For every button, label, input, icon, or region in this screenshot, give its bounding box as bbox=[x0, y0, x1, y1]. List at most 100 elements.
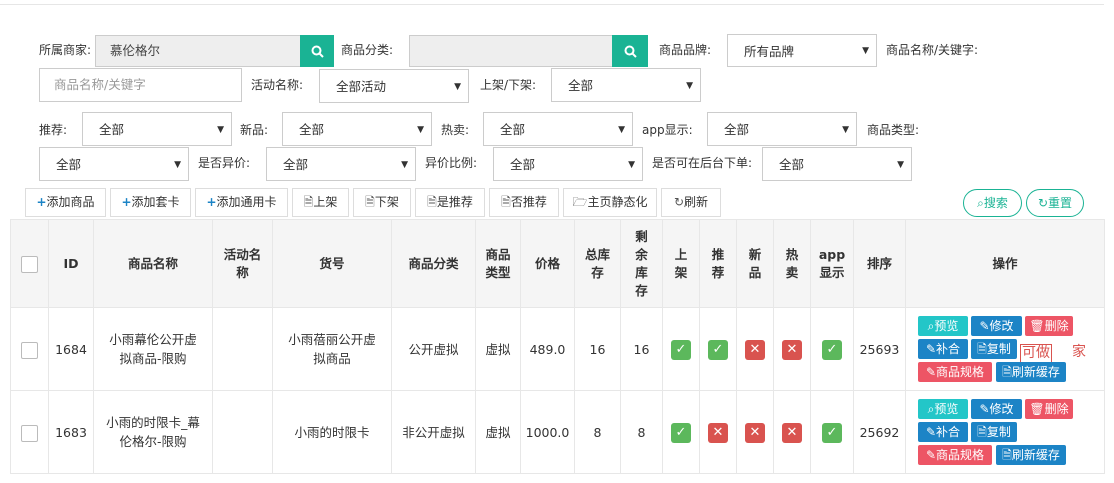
new-status-icon[interactable]: ✕ bbox=[745, 422, 765, 443]
off-shelf-label: 下架 bbox=[374, 195, 399, 209]
header-sort[interactable]: 排序 bbox=[853, 219, 906, 308]
header-sku[interactable]: 货号 bbox=[272, 219, 392, 308]
cell-recommend: ✓ bbox=[699, 307, 737, 391]
recommend-status-icon[interactable]: ✕ bbox=[708, 422, 728, 443]
type-select-value: 全部 bbox=[56, 157, 82, 172]
merchant-input[interactable]: 慕伦格尔 bbox=[95, 35, 301, 67]
cell-on-shelf: ✓ bbox=[662, 307, 700, 391]
header-on-shelf[interactable]: 上架 bbox=[662, 219, 700, 308]
preview-button[interactable]: ⌕预览 bbox=[918, 316, 968, 336]
static-home-button[interactable]: 🗁主页静态化 bbox=[563, 188, 657, 217]
add-goods-button[interactable]: +添加商品 bbox=[25, 188, 106, 217]
backend-order-select[interactable]: 全部 ▼ bbox=[762, 147, 912, 181]
file-icon: 🗎 bbox=[303, 195, 314, 209]
set-recommend-button[interactable]: 🗎是推荐 bbox=[415, 188, 485, 217]
header-app[interactable]: app显示 bbox=[810, 219, 854, 308]
app-status-icon[interactable]: ✓ bbox=[822, 422, 842, 443]
overlay-text-2: 家 bbox=[1072, 344, 1086, 360]
delete-button[interactable]: 🗑删除 bbox=[1025, 399, 1073, 419]
hot-status-icon[interactable]: ✕ bbox=[782, 422, 802, 443]
new-status-icon[interactable]: ✕ bbox=[745, 339, 765, 360]
table-header-row: ID 商品名称 活动名称 货号 商品分类 商品类型 价格 总库存 剩余库存 上架… bbox=[10, 219, 1105, 308]
row-checkbox[interactable] bbox=[21, 341, 38, 359]
search-icon bbox=[624, 45, 637, 58]
add-card-button[interactable]: +添加套卡 bbox=[110, 188, 191, 217]
header-price[interactable]: 价格 bbox=[520, 219, 575, 308]
category-search-button[interactable] bbox=[612, 35, 648, 67]
on-shelf-status-icon[interactable]: ✓ bbox=[671, 422, 691, 443]
category-input[interactable] bbox=[409, 35, 613, 67]
app-status-icon[interactable]: ✓ bbox=[822, 339, 842, 360]
preview-label: 预览 bbox=[934, 319, 959, 333]
plus-icon: + bbox=[121, 195, 132, 209]
hot-select[interactable]: 全部 ▼ bbox=[483, 112, 633, 146]
copy-button[interactable]: 🗎复制 bbox=[971, 339, 1017, 359]
cell-category: 非公开虚拟 bbox=[391, 390, 476, 474]
header-activity[interactable]: 活动名称 bbox=[212, 219, 273, 308]
copy-button[interactable]: 🗎复制 bbox=[971, 422, 1017, 442]
recommend-status-icon[interactable]: ✓ bbox=[708, 339, 728, 360]
edit-icon: ✎ bbox=[925, 448, 937, 462]
add-general-card-button[interactable]: +添加通用卡 bbox=[195, 188, 288, 217]
chevron-down-icon: ▼ bbox=[628, 160, 635, 170]
header-category[interactable]: 商品分类 bbox=[391, 219, 476, 308]
off-shelf-button[interactable]: 🗎下架 bbox=[353, 188, 411, 217]
shelf-select[interactable]: 全部 ▼ bbox=[551, 68, 701, 102]
header-stock[interactable]: 总库存 bbox=[574, 219, 621, 308]
unset-recommend-button[interactable]: 🗎否推荐 bbox=[489, 188, 559, 217]
ratio-select-value: 全部 bbox=[510, 157, 536, 172]
hot-status-icon[interactable]: ✕ bbox=[782, 339, 802, 360]
select-all-checkbox[interactable] bbox=[21, 255, 38, 273]
cell-activity bbox=[212, 307, 273, 391]
activity-select[interactable]: 全部活动 ▼ bbox=[319, 69, 469, 103]
preview-button[interactable]: ⌕预览 bbox=[918, 399, 968, 419]
row-checkbox[interactable] bbox=[21, 424, 38, 442]
recommend-select[interactable]: 全部 ▼ bbox=[82, 112, 232, 146]
on-shelf-button[interactable]: 🗎上架 bbox=[292, 188, 349, 217]
ratio-select[interactable]: 全部 ▼ bbox=[493, 147, 643, 181]
brand-select[interactable]: 所有品牌 ▼ bbox=[727, 34, 877, 67]
header-hot[interactable]: 热卖 bbox=[773, 219, 811, 308]
goods-table: ID 商品名称 活动名称 货号 商品分类 商品类型 价格 总库存 剩余库存 上架… bbox=[10, 219, 1105, 474]
cell-category: 公开虚拟 bbox=[391, 307, 476, 391]
supplement-button[interactable]: ✎补合 bbox=[918, 339, 968, 359]
cell-type: 虚拟 bbox=[475, 390, 521, 474]
header-remain[interactable]: 剩余库存 bbox=[620, 219, 663, 308]
plus-icon: + bbox=[36, 195, 47, 209]
delete-button[interactable]: 🗑删除 bbox=[1025, 316, 1073, 336]
diff-price-select[interactable]: 全部 ▼ bbox=[266, 147, 416, 181]
cell-stock: 8 bbox=[574, 390, 621, 474]
chevron-down-icon: ▼ bbox=[862, 46, 869, 56]
header-new[interactable]: 新品 bbox=[736, 219, 774, 308]
header-type[interactable]: 商品类型 bbox=[475, 219, 521, 308]
reset-button[interactable]: ↻重置 bbox=[1026, 189, 1084, 217]
refresh-cache-button[interactable]: 🗎刷新缓存 bbox=[996, 445, 1066, 465]
header-name[interactable]: 商品名称 bbox=[93, 219, 213, 308]
table-row: 1683 小雨的时限卡_幕伦格尔-限购 小雨的时限卡 非公开虚拟 虚拟 1000… bbox=[10, 390, 1105, 474]
ratio-label: 异价比例: bbox=[425, 156, 478, 170]
edit-button[interactable]: ✎修改 bbox=[971, 316, 1022, 336]
spec-button[interactable]: ✎商品规格 bbox=[918, 362, 992, 382]
on-shelf-status-icon[interactable]: ✓ bbox=[671, 339, 691, 360]
shelf-label: 上架/下架: bbox=[480, 78, 537, 92]
file-icon: 🗎 bbox=[1002, 365, 1012, 379]
header-id[interactable]: ID bbox=[48, 219, 94, 308]
header-recommend[interactable]: 推荐 bbox=[699, 219, 737, 308]
app-select[interactable]: 全部 ▼ bbox=[707, 112, 857, 146]
static-home-label: 主页静态化 bbox=[587, 195, 648, 209]
edit-button[interactable]: ✎修改 bbox=[971, 399, 1022, 419]
refresh-button[interactable]: ↻刷新 bbox=[661, 188, 721, 217]
activity-label: 活动名称: bbox=[251, 78, 304, 92]
new-select[interactable]: 全部 ▼ bbox=[282, 112, 432, 146]
keyword-input[interactable]: 商品名称/关键字 bbox=[39, 68, 242, 102]
spec-button[interactable]: ✎商品规格 bbox=[918, 445, 992, 465]
merchant-search-button[interactable] bbox=[300, 35, 334, 67]
refresh-cache-button[interactable]: 🗎刷新缓存 bbox=[996, 362, 1066, 382]
cell-price: 489.0 bbox=[520, 307, 575, 391]
cell-stock: 16 bbox=[574, 307, 621, 391]
type-select[interactable]: 全部 ▼ bbox=[39, 147, 189, 181]
supplement-button[interactable]: ✎补合 bbox=[918, 422, 968, 442]
chevron-down-icon: ▼ bbox=[686, 81, 693, 91]
search-button[interactable]: ⌕搜索 bbox=[963, 189, 1022, 217]
edit-label: 修改 bbox=[989, 402, 1014, 416]
